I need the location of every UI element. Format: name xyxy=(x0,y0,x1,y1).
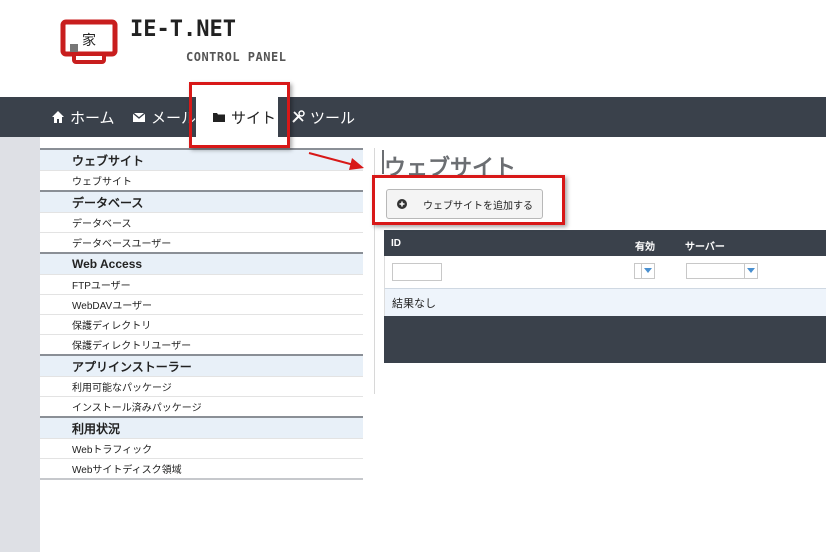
highlight-site-tab xyxy=(189,82,290,148)
sidebar-item-ftp-users[interactable]: FTPユーザー xyxy=(40,274,363,294)
sidebar-section-databases[interactable]: データベース xyxy=(40,190,363,212)
nav-tools[interactable]: ツール xyxy=(290,97,355,137)
nav-home-label: ホーム xyxy=(70,108,115,127)
highlight-add-button xyxy=(372,175,565,225)
sidebar-item-database-users[interactable]: データベースユーザー xyxy=(40,232,363,252)
sidebar-item-databases[interactable]: データベース xyxy=(40,212,363,232)
grid-footer xyxy=(384,316,826,363)
column-server[interactable]: サーバー xyxy=(685,238,725,253)
websites-grid: ID 有効 サーバー 結果なし xyxy=(384,230,826,363)
brand-subtitle: CONTROL PANEL xyxy=(186,50,287,64)
sidebar-section-web-access[interactable]: Web Access xyxy=(40,252,363,274)
chevron-down-icon xyxy=(641,264,654,278)
mail-icon xyxy=(131,109,147,125)
sidebar-item-available-packages[interactable]: 利用可能なパッケージ xyxy=(40,376,363,396)
sidebar: ウェブサイト ウェブサイト データベース データベース データベースユーザー W… xyxy=(40,148,363,480)
server-filter-select[interactable] xyxy=(686,263,758,279)
nav-tools-label: ツール xyxy=(310,108,356,127)
chevron-down-icon xyxy=(744,264,757,278)
sidebar-divider xyxy=(40,478,363,480)
sidebar-item-webdav-users[interactable]: WebDAVユーザー xyxy=(40,294,363,314)
annotation-arrow-icon xyxy=(308,152,364,170)
sidebar-item-protected-dirs[interactable]: 保護ディレクトリ xyxy=(40,314,363,334)
sidebar-item-disk-space[interactable]: Webサイトディスク領域 xyxy=(40,458,363,478)
sidebar-section-app-installer[interactable]: アプリインストーラー xyxy=(40,354,363,376)
enabled-filter-select[interactable] xyxy=(634,263,655,279)
header: 家 IE-T.NET CONTROL PANEL xyxy=(0,0,826,97)
nav-mail[interactable]: メール xyxy=(131,97,196,137)
home-icon xyxy=(50,109,66,125)
column-id[interactable]: ID xyxy=(391,238,401,249)
left-strip xyxy=(0,137,40,552)
sidebar-item-web-traffic[interactable]: Webトラフィック xyxy=(40,438,363,458)
sidebar-item-installed-packages[interactable]: インストール済みパッケージ xyxy=(40,396,363,416)
logo-icon: 家 xyxy=(60,19,118,64)
svg-text:家: 家 xyxy=(82,32,96,49)
brand-title: IE-T.NET xyxy=(130,17,236,42)
top-nav: ホーム メール サイト ツール xyxy=(0,97,826,137)
logo: 家 xyxy=(60,18,122,64)
grid-header: ID 有効 サーバー xyxy=(384,230,826,256)
grid-empty-row: 結果なし xyxy=(384,288,826,316)
grid-filter-row xyxy=(384,256,826,288)
sidebar-item-protected-dir-users[interactable]: 保護ディレクトリユーザー xyxy=(40,334,363,354)
column-enabled[interactable]: 有効 xyxy=(635,238,655,253)
tools-icon xyxy=(290,109,306,125)
sidebar-section-usage[interactable]: 利用状況 xyxy=(40,416,363,438)
id-filter-input[interactable] xyxy=(392,263,442,281)
nav-home[interactable]: ホーム xyxy=(50,97,115,137)
